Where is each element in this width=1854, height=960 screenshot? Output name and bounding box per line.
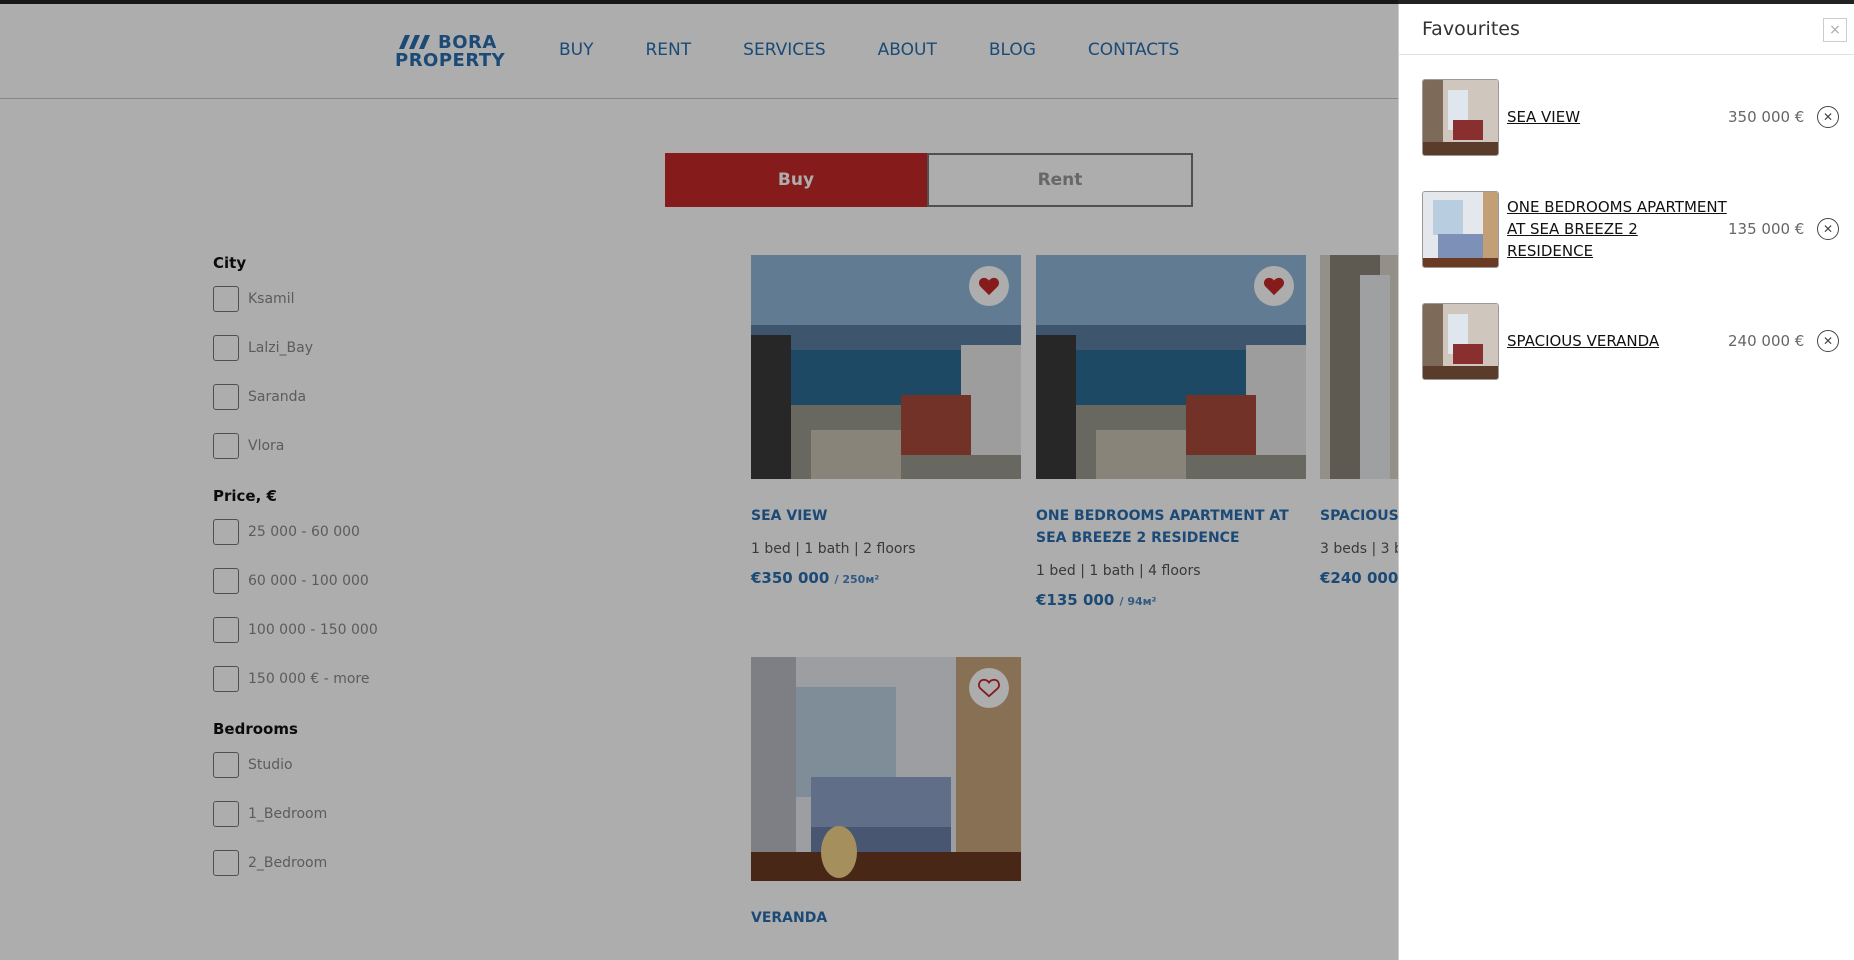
room-photo (1423, 80, 1498, 155)
favourite-thumbnail[interactable] (1422, 191, 1499, 268)
favourite-item: ONE BEDROOMS APARTMENT AT SEA BREEZE 2 R… (1422, 191, 1847, 268)
favourite-name-link[interactable]: SEA VIEW (1507, 79, 1727, 154)
favourite-item: SPACIOUS VERANDA 240 000 € ✕ (1422, 303, 1847, 380)
remove-favourite-icon[interactable]: ✕ (1817, 218, 1839, 240)
modal-overlay[interactable] (0, 0, 1398, 960)
favourites-title: Favourites (1422, 18, 1520, 40)
close-icon[interactable]: × (1823, 18, 1847, 42)
favourite-thumbnail[interactable] (1422, 79, 1499, 156)
bedroom-photo (1423, 192, 1498, 267)
favourite-thumbnail[interactable] (1422, 303, 1499, 380)
room-photo (1423, 304, 1498, 379)
favourite-item: SEA VIEW 350 000 € ✕ (1422, 79, 1847, 156)
favourite-name-link[interactable]: ONE BEDROOMS APARTMENT AT SEA BREEZE 2 R… (1507, 191, 1727, 266)
favourites-panel: Favourites × SEA VIEW 350 000 € ✕ ONE BE… (1398, 4, 1854, 960)
page: BORA PROPERTY BUY RENT SERVICES ABOUT BL… (0, 0, 1854, 960)
favourites-header: Favourites × (1399, 4, 1854, 55)
remove-favourite-icon[interactable]: ✕ (1817, 106, 1839, 128)
remove-favourite-icon[interactable]: ✕ (1817, 330, 1839, 352)
favourite-name-link[interactable]: SPACIOUS VERANDA (1507, 303, 1727, 378)
